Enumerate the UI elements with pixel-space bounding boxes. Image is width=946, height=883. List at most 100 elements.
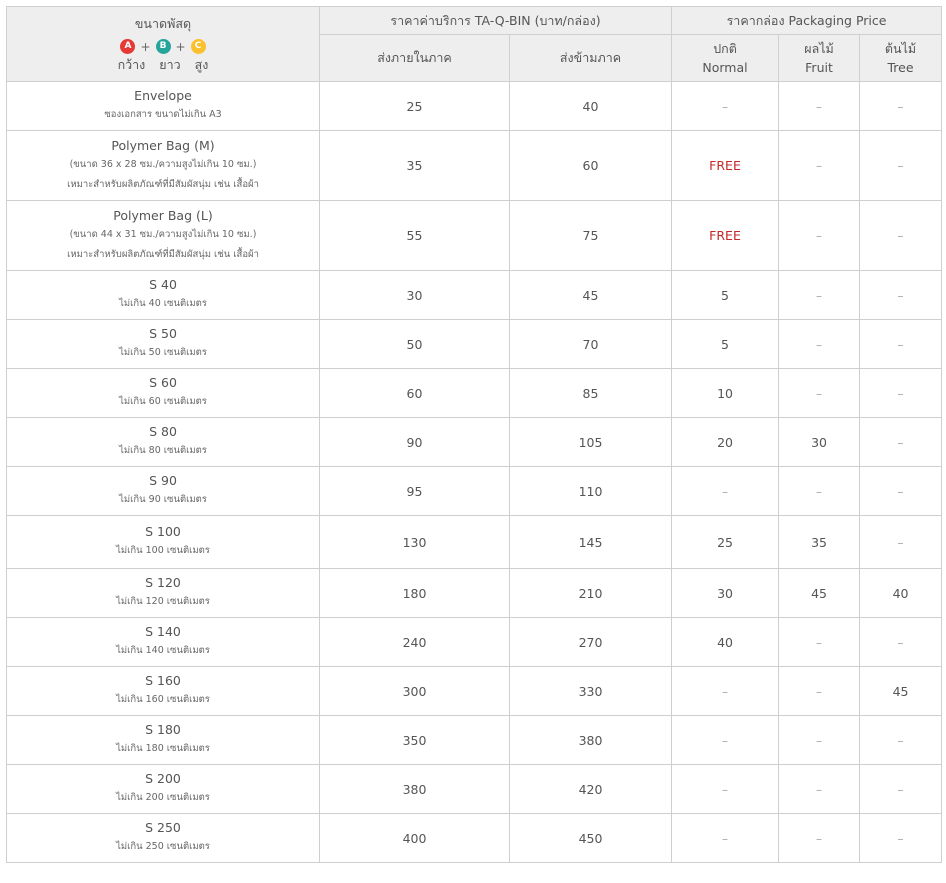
parcel-size-cell: Envelope ซองเอกสาร ขนาดไม่เกิน A3 [6,81,320,131]
tree-box-price-cell: – [859,81,943,131]
table-row: Polymer Bag (M) (ขนาด 36 x 28 ซม./ความสูง… [6,130,943,201]
parcel-size-name: S 40 [149,277,177,292]
shipping-rate-table: ขนาดพัสดุ A + B + C กว้าง ยาว สูง ราคาค่… [6,6,943,863]
parcel-size-name: S 60 [149,375,177,390]
parcel-size-name: S 50 [149,326,177,341]
normal-box-price-cell: – [671,715,780,765]
table-row: S 250 ไม่เกิน 250 เซนติเมตร 400 450– – – [6,813,943,863]
parcel-size-name: S 90 [149,473,177,488]
fruit-box-header: ผลไม้ Fruit [778,34,861,82]
parcel-size-name: S 160 [145,673,181,688]
normal-box-price-cell: – [671,764,780,814]
parcel-size-cell: S 200 ไม่เกิน 200 เซนติเมตร [6,764,320,814]
parcel-size-title: ขนาดพัสดุ [134,16,192,31]
parcel-size-cell: S 50 ไม่เกิน 50 เซนติเมตร [6,319,320,369]
cross-region-price-cell: 70 [508,319,673,369]
parcel-size-name: S 120 [145,575,181,590]
table-row: S 50 ไม่เกิน 50 เซนติเมตร 50 70 5– – [6,319,943,369]
tree-box-header: ต้นไม้ Tree [859,34,943,82]
normal-box-price-cell: 20 [671,417,780,467]
domestic-price-cell: 30 [319,270,510,320]
parcel-size-description: ไม่เกิน 250 เซนติเมตร [116,841,210,852]
domestic-price-cell: 25 [319,81,510,131]
normal-box-price-cell: – [671,81,780,131]
tree-box-price-cell: – [859,200,943,271]
normal-th-label: ปกติ [713,41,737,56]
tree-box-price-cell: – [859,466,943,516]
parcel-size-cell: S 40 ไม่เกิน 40 เซนติเมตร [6,270,320,320]
tree-box-price-cell: – [859,813,943,863]
table-row: S 200 ไม่เกิน 200 เซนติเมตร 380 420– – – [6,764,943,814]
parcel-size-description: ไม่เกิน 50 เซนติเมตร [119,347,207,358]
normal-box-price-cell: FREE [671,200,780,271]
tree-box-price-cell: – [859,319,943,369]
domestic-price-cell: 350 [319,715,510,765]
cross-region-price-cell: 420 [508,764,673,814]
fruit-box-price-cell: – [778,764,861,814]
fruit-th-label: ผลไม้ [804,41,834,56]
tree-th-label: ต้นไม้ [884,41,917,56]
parcel-size-cell: S 160 ไม่เกิน 160 เซนติเมตร [6,666,320,716]
parcel-size-name: S 250 [145,820,181,835]
width-label: กว้าง [117,57,146,72]
fruit-box-price-cell: – [778,466,861,516]
domestic-price-cell: 90 [319,417,510,467]
fruit-box-price-cell: – [778,270,861,320]
tree-box-price-cell: 40 [859,568,943,618]
cross-region-header: ส่งข้ามภาค [508,34,673,82]
parcel-size-description: ไม่เกิน 120 เซนติเมตร [116,596,210,607]
parcel-size-description: ไม่เกิน 80 เซนติเมตร [119,445,207,456]
fruit-box-price-cell: 30 [778,417,861,467]
packaging-price-group-header: ราคากล่อง Packaging Price [671,6,943,35]
parcel-size-cell: S 250 ไม่เกิน 250 เซนติเมตร [6,813,320,863]
tree-en-label: Tree [887,60,914,75]
table-row: Polymer Bag (L) (ขนาด 44 x 31 ซม./ความสูง… [6,200,943,271]
cross-region-price-cell: 110 [508,466,673,516]
normal-box-price-cell: 30 [671,568,780,618]
height-label: สูง [194,57,209,72]
tree-box-price-cell: – [859,764,943,814]
fruit-box-price-cell: – [778,130,861,201]
table-row: S 40 ไม่เกิน 40 เซนติเมตร 30 45 5– – [6,270,943,320]
dimension-legend: A + B + C [11,39,315,54]
normal-box-price-cell: – [671,466,780,516]
table-row: S 100 ไม่เกิน 100 เซนติเมตร 130 145 25 35– [6,515,943,569]
parcel-size-note: เหมาะสำหรับผลิตภัณฑ์ที่มีสัมผัสนุ่ม เช่น… [67,248,259,260]
table-row: S 140 ไม่เกิน 140 เซนติเมตร 240 270 40– – [6,617,943,667]
domestic-price-cell: 35 [319,130,510,201]
fruit-box-price-cell: – [778,200,861,271]
parcel-size-description: ไม่เกิน 90 เซนติเมตร [119,494,207,505]
normal-box-price-cell: 5 [671,319,780,369]
fruit-box-price-cell: 45 [778,568,861,618]
cross-region-price-cell: 105 [508,417,673,467]
table-row: S 160 ไม่เกิน 160 เซนติเมตร 300 330– –45 [6,666,943,716]
tree-box-price-cell: – [859,130,943,201]
parcel-size-name: S 200 [145,771,181,786]
parcel-size-name: S 140 [145,624,181,639]
cross-region-price-cell: 270 [508,617,673,667]
table-row: S 60 ไม่เกิน 60 เซนติเมตร 60 85 10– – [6,368,943,418]
cross-region-price-cell: 60 [508,130,673,201]
service-price-group-header: ราคาค่าบริการ TA-Q-BIN (บาท/กล่อง) [318,6,673,35]
tree-box-price-cell: – [859,368,943,418]
normal-box-price-cell: FREE [671,130,780,201]
parcel-size-cell: S 180 ไม่เกิน 180 เซนติเมตร [6,715,320,765]
parcel-size-description: ไม่เกิน 100 เซนติเมตร [116,545,210,556]
parcel-size-description: ซองเอกสาร ขนาดไม่เกิน A3 [104,109,222,120]
domestic-price-cell: 300 [319,666,510,716]
fruit-box-price-cell: – [778,81,861,131]
parcel-size-cell: S 90 ไม่เกิน 90 เซนติเมตร [6,466,320,516]
height-c-badge-icon: C [190,39,206,54]
cross-region-price-cell: 85 [508,368,673,418]
domestic-price-cell: 240 [319,617,510,667]
parcel-size-cell: S 80 ไม่เกิน 80 เซนติเมตร [6,417,320,467]
parcel-size-description: ไม่เกิน 60 เซนติเมตร [119,396,207,407]
parcel-size-cell: S 120 ไม่เกิน 120 เซนติเมตร [6,568,320,618]
plus-sign: + [175,39,186,54]
normal-box-price-cell: 40 [671,617,780,667]
tree-box-price-cell: – [859,417,943,467]
parcel-size-header: ขนาดพัสดุ A + B + C กว้าง ยาว สูง [6,6,320,82]
fruit-box-price-cell: – [778,617,861,667]
tree-box-price-cell: – [859,270,943,320]
parcel-size-name: S 180 [145,722,181,737]
